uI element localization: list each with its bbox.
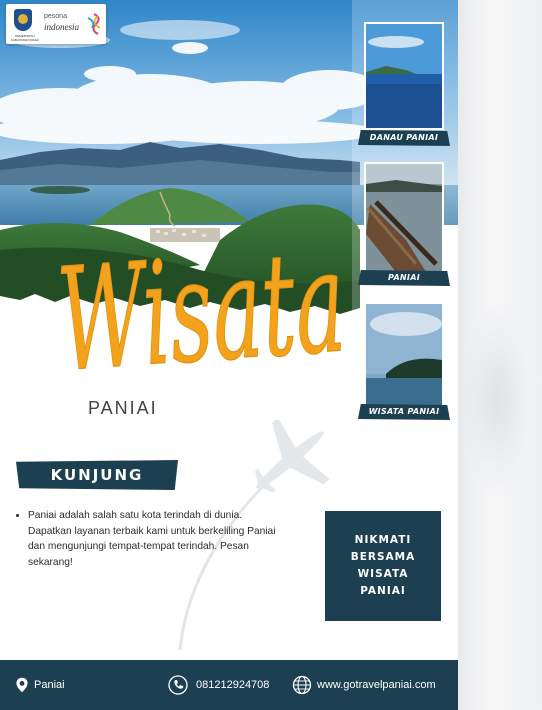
photo-danau-paniai — [364, 22, 444, 130]
headline-script: Wisata — [53, 219, 350, 390]
footer-phone-text[interactable]: 081212924708 — [196, 679, 269, 691]
description-text: Paniai adalah salah satu kota terindah d… — [28, 508, 286, 570]
kunjung-banner: KUNJUNG — [16, 460, 178, 490]
globe-icon — [292, 675, 312, 695]
side-margin — [458, 0, 542, 710]
regency-seal-icon — [14, 9, 32, 31]
footer-location: Paniai — [14, 660, 65, 710]
logo-line1: pesona — [44, 13, 67, 20]
poster: PEMERINTAH KABUPATEN PANIAI pesona indon… — [0, 0, 458, 710]
map-pin-icon — [16, 677, 28, 693]
card-label: WISATA PANIAI — [358, 404, 450, 420]
photo-wisata-paniai — [364, 302, 444, 408]
footer-website-text[interactable]: www.gotravelpaniai.com — [317, 679, 436, 691]
nikmati-line2: BERSAMA WISATA — [350, 551, 416, 580]
card-label: PANIAI — [358, 270, 450, 286]
nikmati-box: NIKMATI BERSAMA WISATA PANIAI — [325, 511, 441, 621]
logo-line2: indonesia — [44, 22, 79, 32]
photo-card-paniai: PANIAI — [358, 162, 450, 288]
headline-subtitle: PANIAI — [88, 398, 158, 418]
photo-card-wisata: WISATA PANIAI — [358, 302, 450, 422]
footer-website[interactable]: www.gotravelpaniai.com — [292, 660, 436, 710]
headline-text: Wisata — [53, 219, 350, 390]
footer-bar: Paniai 081212924708 www.gotravelpaniai.c… — [0, 660, 458, 710]
photo-paniai — [364, 162, 444, 274]
gov-text: PEMERINTAH KABUPATEN PANIAI — [10, 34, 40, 42]
card-label: DANAU PANIAI — [358, 130, 450, 146]
description-list: Paniai adalah salah satu kota terindah d… — [16, 508, 286, 570]
footer-location-text: Paniai — [34, 679, 65, 691]
footer-phone[interactable]: 081212924708 — [168, 660, 269, 710]
pesona-swirl-icon — [87, 13, 101, 35]
logo-box: PEMERINTAH KABUPATEN PANIAI pesona indon… — [6, 4, 106, 44]
photo-card-danau: DANAU PANIAI — [358, 22, 450, 146]
nikmati-line1: NIKMATI — [354, 534, 412, 546]
phone-icon — [168, 675, 188, 695]
nikmati-line3: PANIAI — [360, 585, 406, 597]
